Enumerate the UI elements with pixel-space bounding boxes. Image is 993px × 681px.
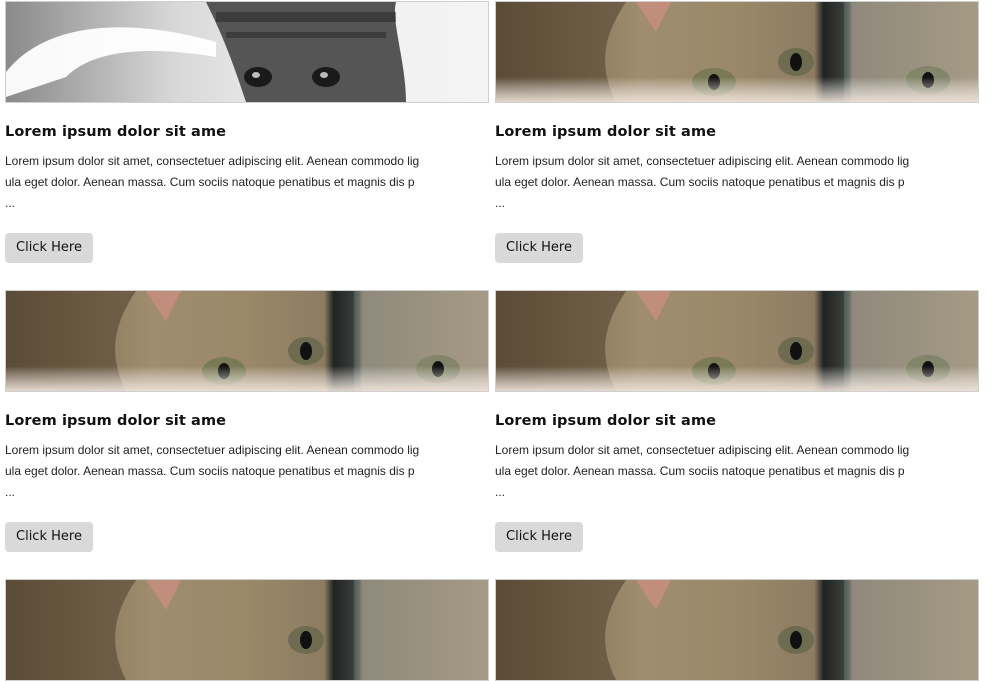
click-here-button[interactable]: Click Here bbox=[5, 233, 93, 263]
card-image-tabby-kitten bbox=[495, 290, 979, 392]
card-title: Lorem ipsum dolor sit ame bbox=[495, 413, 717, 429]
kitten-photo-tabby bbox=[6, 580, 488, 680]
card-description: Lorem ipsum dolor sit amet, consectetuer… bbox=[5, 443, 420, 499]
card-image-tabby-kitten bbox=[5, 579, 489, 681]
card-title: Lorem ipsum dolor sit ame bbox=[495, 124, 717, 140]
card-image-tabby-kitten bbox=[495, 1, 979, 103]
card-2: Lorem ipsum dolor sit ame Lorem ipsum do… bbox=[495, 1, 979, 263]
card-description: Lorem ipsum dolor sit amet, consectetuer… bbox=[5, 154, 420, 210]
click-here-button[interactable]: Click Here bbox=[495, 522, 583, 552]
card-title: Lorem ipsum dolor sit ame bbox=[5, 413, 227, 429]
kitten-photo-grayscale bbox=[6, 2, 488, 102]
card-5 bbox=[5, 579, 489, 681]
card-image-tabby-kitten bbox=[495, 579, 979, 681]
card-image-tabby-kitten bbox=[5, 290, 489, 392]
card-3: Lorem ipsum dolor sit ame Lorem ipsum do… bbox=[5, 290, 489, 552]
kitten-photo-tabby bbox=[6, 291, 488, 391]
card-6 bbox=[495, 579, 979, 681]
card-grid: Lorem ipsum dolor sit ame Lorem ipsum do… bbox=[0, 0, 993, 681]
card-1: Lorem ipsum dolor sit ame Lorem ipsum do… bbox=[5, 1, 489, 263]
card-description: Lorem ipsum dolor sit amet, consectetuer… bbox=[495, 443, 910, 499]
card-image-grayscale-kitten bbox=[5, 1, 489, 103]
card-title: Lorem ipsum dolor sit ame bbox=[5, 124, 227, 140]
click-here-button[interactable]: Click Here bbox=[495, 233, 583, 263]
kitten-photo-tabby bbox=[496, 580, 978, 680]
kitten-photo-tabby bbox=[496, 291, 978, 391]
card-description: Lorem ipsum dolor sit amet, consectetuer… bbox=[495, 154, 910, 210]
click-here-button[interactable]: Click Here bbox=[5, 522, 93, 552]
kitten-photo-tabby bbox=[496, 2, 978, 102]
card-4: Lorem ipsum dolor sit ame Lorem ipsum do… bbox=[495, 290, 979, 552]
